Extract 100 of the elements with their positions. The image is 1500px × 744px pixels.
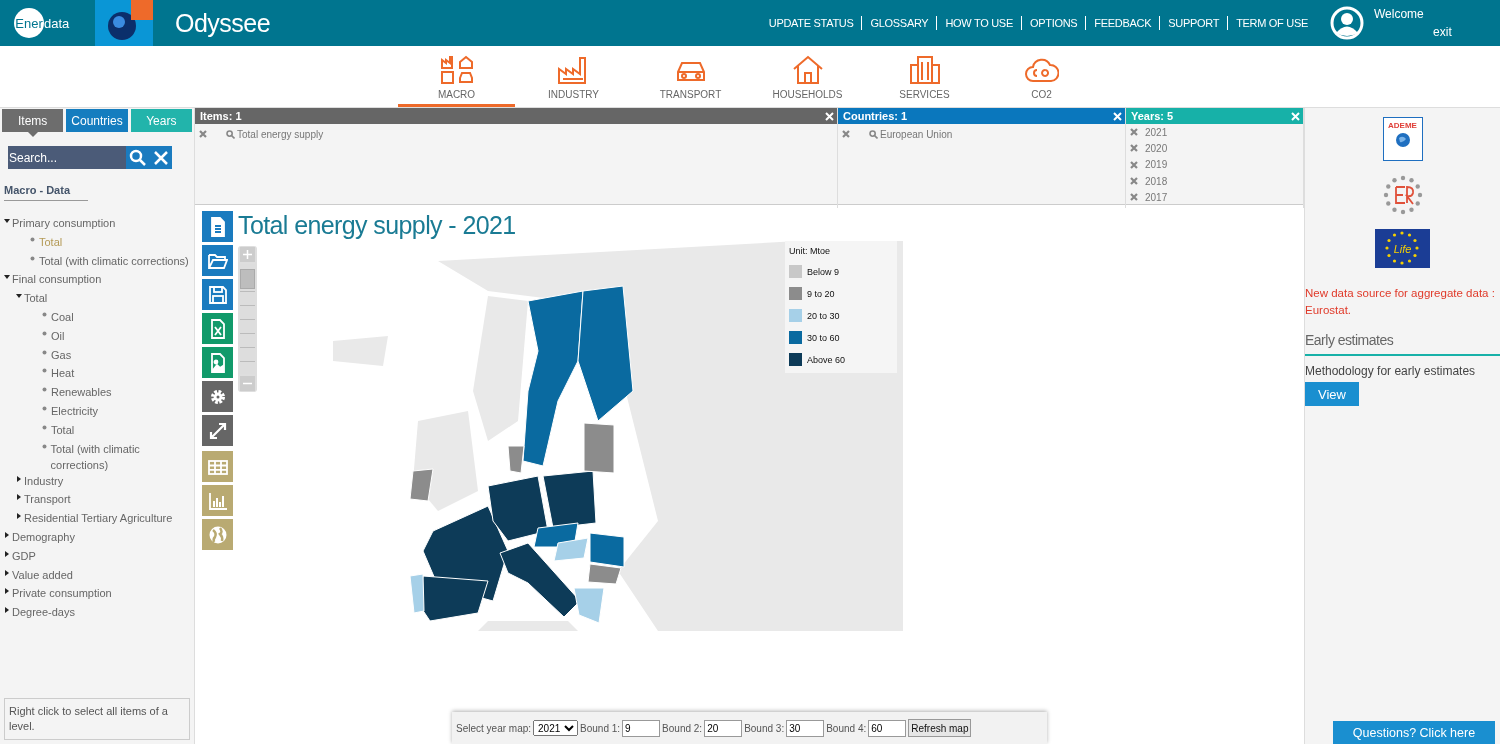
bars-tool-button[interactable] bbox=[202, 485, 233, 516]
close-icon[interactable] bbox=[825, 111, 834, 121]
life-logo: Life bbox=[1375, 229, 1430, 268]
gear-tool-button[interactable] bbox=[202, 381, 233, 412]
search-button[interactable] bbox=[126, 146, 149, 169]
remove-icon[interactable] bbox=[199, 130, 207, 138]
table-tool-button[interactable] bbox=[202, 451, 233, 482]
sidebar-tab[interactable]: Countries bbox=[66, 109, 128, 132]
bound-label: Bound 4: bbox=[826, 722, 867, 734]
remove-icon[interactable] bbox=[1130, 193, 1138, 202]
globe-tool-button[interactable] bbox=[202, 519, 233, 550]
legend-label: Below 9 bbox=[807, 266, 840, 277]
header-link[interactable]: FEEDBACK bbox=[1085, 16, 1160, 30]
bound-label: Bound 2: bbox=[662, 722, 703, 734]
tree-item[interactable]: Oil bbox=[51, 327, 65, 344]
legend-label: 20 to 30 bbox=[807, 310, 840, 321]
tree-item[interactable]: Gas bbox=[51, 346, 72, 363]
save-icon bbox=[207, 284, 228, 305]
tree-item[interactable]: Residential Tertiary Agriculture bbox=[24, 510, 173, 527]
section-title: Macro - Data bbox=[4, 184, 88, 201]
tree-item[interactable]: GDP bbox=[12, 547, 36, 564]
tree-item[interactable]: Industry bbox=[24, 472, 64, 489]
tab-pointer-icon bbox=[28, 132, 38, 137]
legend-unit: Unit: Mtoe bbox=[789, 246, 831, 256]
globe-logo-icon bbox=[95, 0, 153, 46]
search-icon bbox=[128, 148, 147, 167]
expand-tool-button[interactable] bbox=[202, 415, 233, 446]
category-tab[interactable]: HOUSEHOLDS bbox=[749, 46, 866, 107]
category-tab[interactable]: INDUSTRY bbox=[515, 46, 632, 107]
year-dropdown[interactable]: 2021 bbox=[533, 720, 579, 736]
zoom-slider-thumb[interactable] bbox=[240, 268, 255, 289]
description-text: Methodology for early estimates bbox=[1305, 364, 1476, 378]
tree-item[interactable]: Private consumption bbox=[12, 585, 112, 602]
tree-item[interactable]: Heat bbox=[51, 365, 75, 382]
bound-field[interactable]: 60 bbox=[868, 719, 907, 737]
tree-item[interactable]: Value added bbox=[12, 566, 73, 583]
search-icon[interactable] bbox=[226, 129, 235, 139]
tree-item[interactable]: Coal bbox=[51, 309, 74, 325]
welcome-text: Welcome bbox=[1374, 7, 1424, 21]
tree-item[interactable]: Renewables bbox=[51, 384, 112, 401]
user-avatar-icon[interactable] bbox=[1330, 6, 1364, 40]
selected-entry: European Union bbox=[880, 128, 953, 140]
category-tab[interactable]: SERVICES bbox=[866, 46, 983, 107]
chart-title: Total energy supply - 2021 bbox=[238, 210, 517, 240]
header-link[interactable]: TERM OF USE bbox=[1227, 16, 1316, 30]
image-tool-button[interactable] bbox=[202, 347, 233, 378]
expand-icon bbox=[207, 420, 228, 441]
tree-item[interactable]: Primary consumption bbox=[12, 215, 116, 231]
tree-item[interactable]: Electricity bbox=[51, 402, 99, 419]
selected-entry: 2020 bbox=[1145, 142, 1168, 154]
header-link[interactable]: HOW TO USE bbox=[936, 16, 1021, 30]
tree-item[interactable]: Total (with climatic corrections) bbox=[50, 440, 194, 473]
panel-title: Items: 1 bbox=[200, 110, 242, 122]
view-button[interactable]: View bbox=[1305, 382, 1359, 406]
header-link[interactable]: SUPPORT bbox=[1159, 16, 1228, 30]
tree-item[interactable]: Degree-days bbox=[12, 604, 75, 621]
tree-item[interactable]: Demography bbox=[12, 528, 75, 545]
bound-field[interactable]: 20 bbox=[704, 719, 743, 737]
remove-icon[interactable] bbox=[1130, 128, 1138, 137]
tree-item[interactable]: Total bbox=[24, 290, 48, 307]
search-icon[interactable] bbox=[869, 129, 878, 139]
panel-title: Years: 5 bbox=[1131, 110, 1174, 122]
bound-label: Bound 3: bbox=[744, 722, 785, 734]
folder-tool-button[interactable] bbox=[202, 245, 233, 276]
globe-icon bbox=[207, 524, 228, 545]
header-link[interactable]: OPTIONS bbox=[1020, 16, 1086, 30]
search-field[interactable]: Search... bbox=[8, 146, 126, 169]
exit-link[interactable]: exit bbox=[1433, 25, 1452, 39]
remove-icon[interactable] bbox=[1130, 144, 1138, 153]
panel-title: Countries: 1 bbox=[843, 110, 908, 122]
clear-search-button[interactable] bbox=[149, 146, 172, 169]
legend-label: 30 to 60 bbox=[807, 332, 840, 343]
remove-icon[interactable] bbox=[1130, 160, 1138, 169]
close-icon[interactable] bbox=[1291, 111, 1300, 121]
document-tool-button[interactable] bbox=[202, 211, 233, 242]
header-link[interactable]: UPDATE STATUS bbox=[760, 16, 862, 30]
tree-item[interactable]: Total bbox=[51, 421, 75, 438]
bound-field[interactable]: 30 bbox=[786, 719, 825, 737]
bound-field[interactable]: 9 bbox=[622, 719, 661, 737]
notice-text: New data source for aggregate data : Eurostat. bbox=[1305, 286, 1496, 318]
close-icon[interactable] bbox=[1113, 111, 1122, 121]
section-title: Early estimates bbox=[1305, 332, 1500, 356]
help-button[interactable]: Questions? Click here bbox=[1333, 721, 1495, 744]
app-title: Odyssee bbox=[175, 8, 271, 38]
tree-item[interactable]: Final consumption bbox=[12, 271, 102, 288]
bar-chart-icon bbox=[207, 490, 228, 511]
enerdata-logo[interactable]: Enerdata bbox=[0, 8, 95, 38]
save-tool-button[interactable] bbox=[202, 279, 233, 310]
category-tab[interactable]: CO2 bbox=[983, 46, 1100, 107]
selected-entry: 2019 bbox=[1145, 159, 1168, 171]
remove-icon[interactable] bbox=[1130, 177, 1138, 186]
tree-item[interactable]: Total (with climatic corrections) bbox=[39, 252, 189, 269]
sheet-tool-button[interactable] bbox=[202, 313, 233, 344]
tree-item[interactable]: Transport bbox=[24, 491, 71, 508]
remove-icon[interactable] bbox=[842, 130, 850, 138]
header-link[interactable]: GLOSSARY bbox=[861, 16, 937, 30]
refresh-map-button[interactable]: Refresh map bbox=[908, 719, 972, 737]
category-tab[interactable]: TRANSPORT bbox=[632, 46, 749, 107]
hint-box: Right click to select all items of a level. bbox=[4, 698, 190, 740]
close-icon bbox=[152, 149, 169, 166]
